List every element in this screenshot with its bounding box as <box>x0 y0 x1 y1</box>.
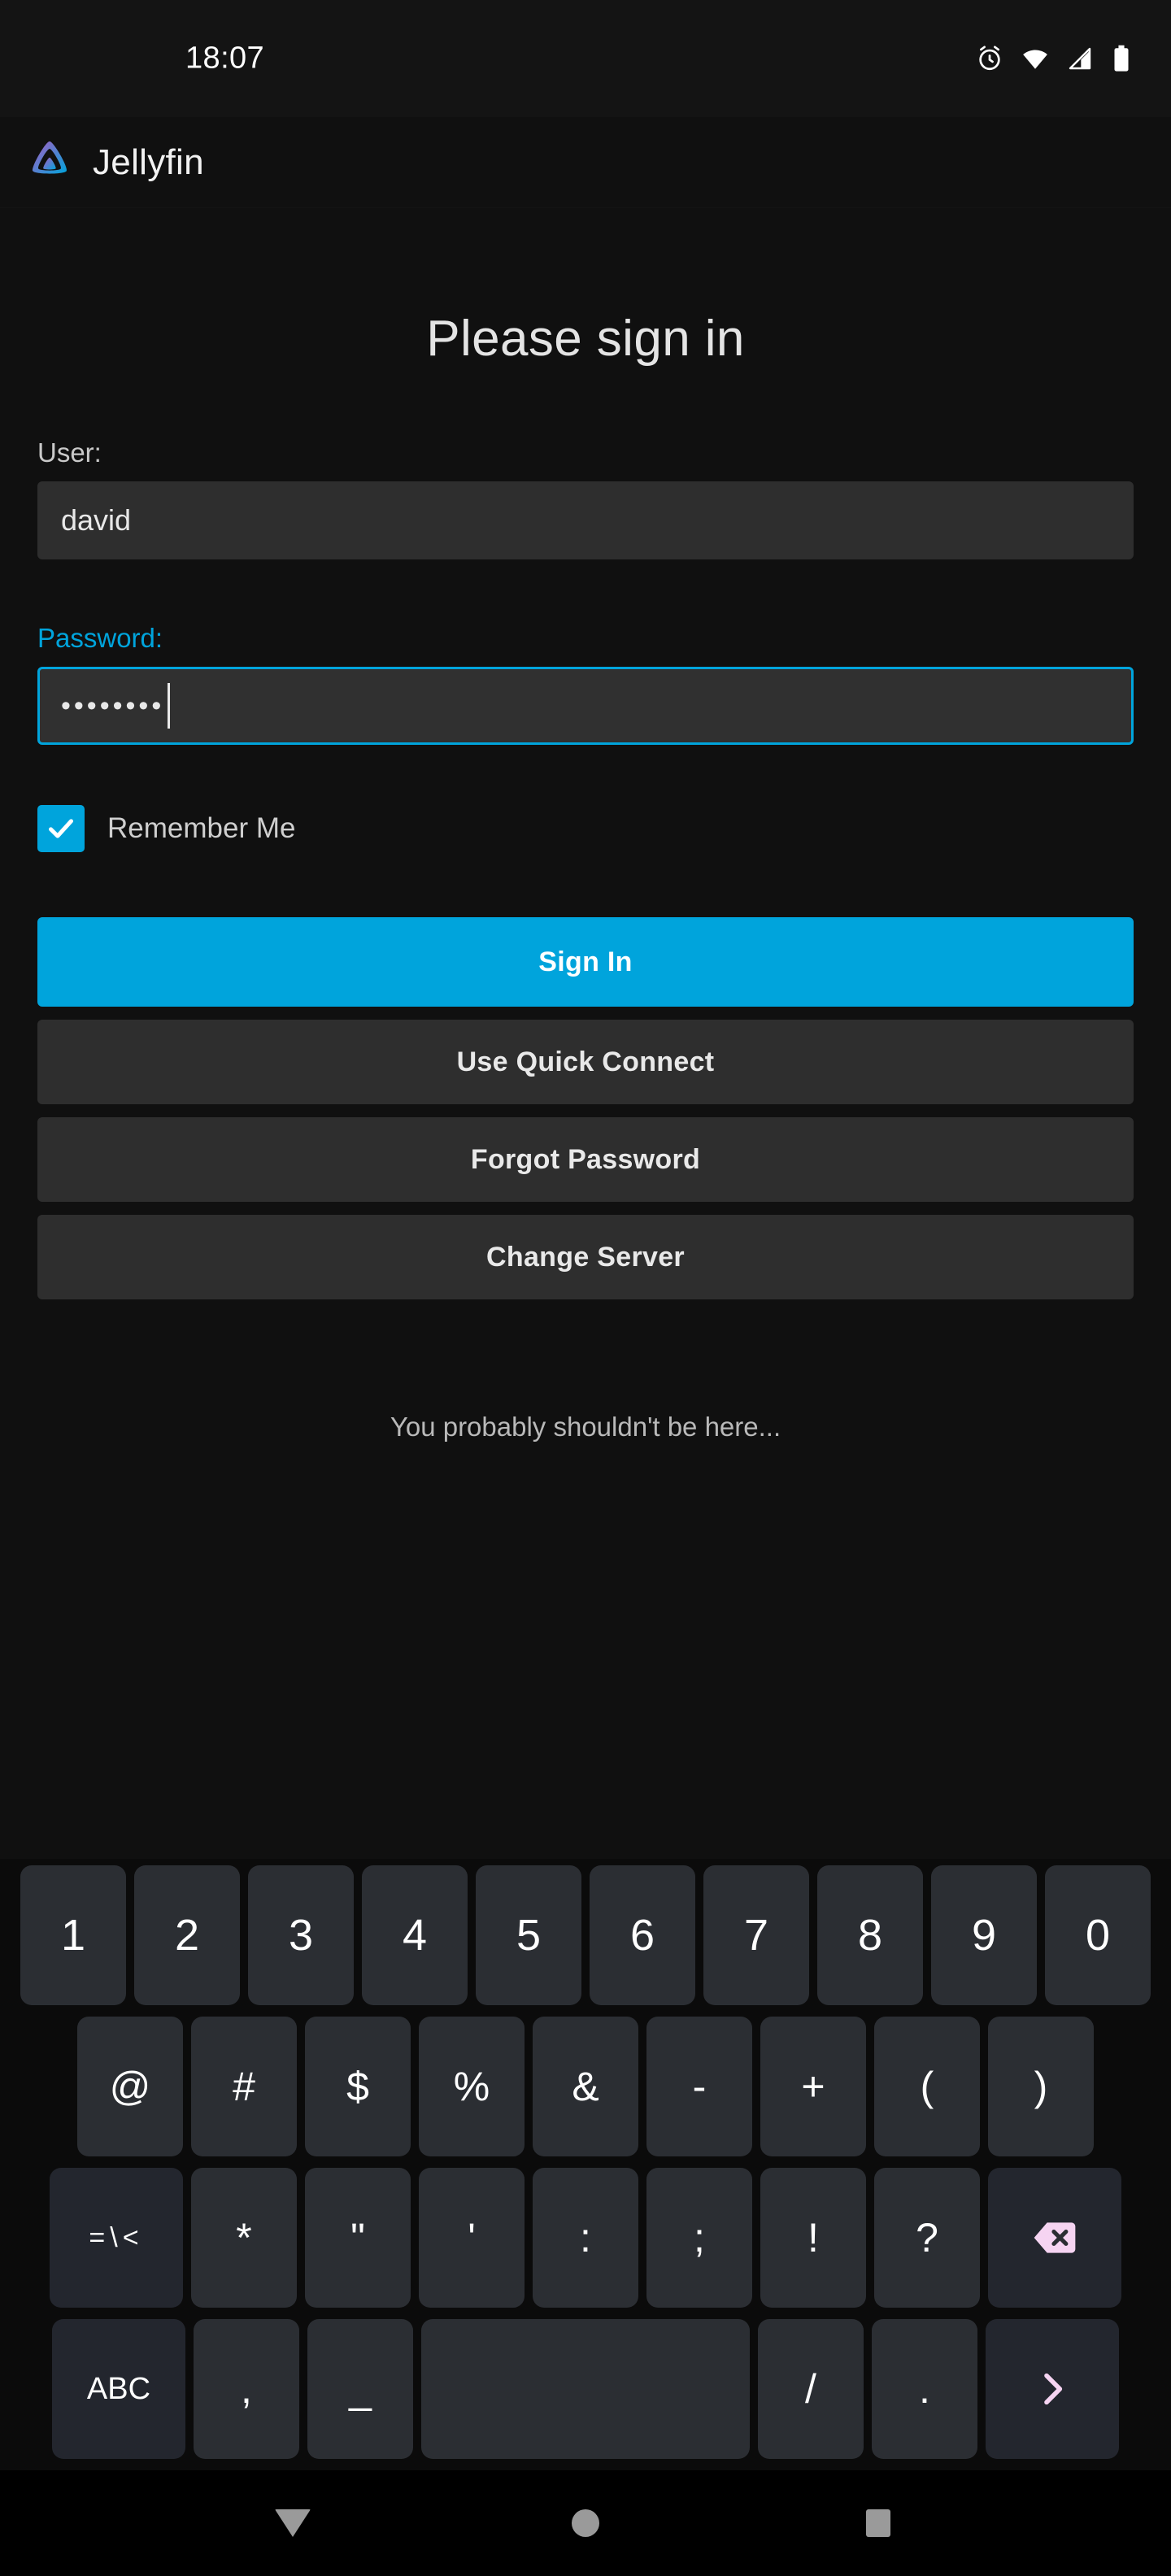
login-form: Please sign in User: david Password: •••… <box>0 208 1171 1859</box>
key-at[interactable]: @ <box>77 2017 183 2156</box>
status-icon-group <box>976 45 1132 72</box>
key-2[interactable]: 2 <box>134 1865 240 2005</box>
key-slash[interactable]: / <box>758 2319 864 2459</box>
key-colon[interactable]: : <box>533 2168 638 2308</box>
username-value: david <box>61 503 132 537</box>
back-icon[interactable] <box>244 2474 342 2572</box>
chevron-right-icon[interactable] <box>986 2319 1119 2459</box>
phone-screen: 1 8: 0 7 Jellyfin Please sign in User: davi… <box>0 0 1171 2576</box>
password-input[interactable]: •••••••• <box>37 667 1134 745</box>
key-hyphen[interactable]: - <box>646 2017 752 2156</box>
action-button-group: Sign In Use Quick Connect Forgot Passwor… <box>37 917 1134 1299</box>
keyboard-row-bottom: ABC , _ / . <box>3 2319 1168 2459</box>
key-9[interactable]: 9 <box>931 1865 1037 2005</box>
username-input[interactable]: david <box>37 481 1134 559</box>
key-5[interactable]: 5 <box>476 1865 581 2005</box>
key-7[interactable]: 7 <box>703 1865 809 2005</box>
password-label: Password: <box>37 623 163 653</box>
key-apostrophe[interactable]: ' <box>419 2168 525 2308</box>
alarm-clock-icon <box>976 45 1003 72</box>
key-paren-open[interactable]: ( <box>874 2017 980 2156</box>
on-screen-keyboard: 1 2 3 4 5 6 7 8 9 0 @ # $ % & - + ( ) =\… <box>0 1859 1171 2470</box>
keyboard-row-numbers: 1 2 3 4 5 6 7 8 9 0 <box>3 1865 1168 2005</box>
key-double-quote[interactable]: " <box>305 2168 411 2308</box>
status-bar: 18:07 <box>0 0 1171 117</box>
key-symbol-page-toggle[interactable]: =\< <box>50 2168 183 2308</box>
key-1[interactable]: 1 <box>20 1865 126 2005</box>
key-asterisk[interactable]: * <box>191 2168 297 2308</box>
key-abc-toggle[interactable]: ABC <box>52 2319 185 2459</box>
home-icon[interactable] <box>537 2474 634 2572</box>
key-paren-close[interactable]: ) <box>988 2017 1094 2156</box>
key-4[interactable]: 4 <box>362 1865 468 2005</box>
key-period[interactable]: . <box>872 2319 977 2459</box>
sign-in-button[interactable]: Sign In <box>37 917 1134 1007</box>
key-percent[interactable]: % <box>419 2017 525 2156</box>
key-dollar[interactable]: $ <box>305 2017 411 2156</box>
key-hash[interactable]: # <box>191 2017 297 2156</box>
page-title: Please sign in <box>426 311 745 367</box>
key-semicolon[interactable]: ; <box>646 2168 752 2308</box>
android-nav-bar <box>0 2470 1171 2576</box>
change-server-button[interactable]: Change Server <box>37 1215 1134 1299</box>
app-header: Jellyfin <box>0 117 1171 208</box>
key-space[interactable] <box>421 2319 750 2459</box>
cell-signal-icon <box>1067 46 1093 72</box>
wifi-icon <box>1021 45 1049 72</box>
jellyfin-logo-icon <box>24 137 75 188</box>
use-quick-connect-button[interactable]: Use Quick Connect <box>37 1020 1134 1104</box>
password-value: •••••••• <box>61 690 165 721</box>
battery-icon <box>1111 45 1132 72</box>
key-3[interactable]: 3 <box>248 1865 354 2005</box>
status-time: 18:07 <box>185 41 265 76</box>
footer-note: You probably shouldn't be here... <box>390 1412 781 1442</box>
remember-me-label: Remember Me <box>107 812 296 844</box>
keyboard-row-symbols-1: @ # $ % & - + ( ) <box>3 2017 1168 2156</box>
keyboard-row-symbols-2: =\< * " ' : ; ! ? <box>3 2168 1168 2308</box>
key-plus[interactable]: + <box>760 2017 866 2156</box>
key-comma[interactable]: , <box>194 2319 299 2459</box>
key-exclamation[interactable]: ! <box>760 2168 866 2308</box>
key-0[interactable]: 0 <box>1045 1865 1151 2005</box>
key-8[interactable]: 8 <box>817 1865 923 2005</box>
recents-icon[interactable] <box>829 2474 927 2572</box>
user-label: User: <box>37 437 102 468</box>
forgot-password-button[interactable]: Forgot Password <box>37 1117 1134 1202</box>
backspace-icon[interactable] <box>988 2168 1121 2308</box>
key-underscore[interactable]: _ <box>307 2319 413 2459</box>
brand-name: Jellyfin <box>93 141 204 182</box>
key-6[interactable]: 6 <box>590 1865 695 2005</box>
key-question[interactable]: ? <box>874 2168 980 2308</box>
remember-me-checkbox[interactable] <box>37 805 85 852</box>
remember-me-row[interactable]: Remember Me <box>37 805 1134 852</box>
key-ampersand[interactable]: & <box>533 2017 638 2156</box>
text-caret <box>168 683 171 729</box>
